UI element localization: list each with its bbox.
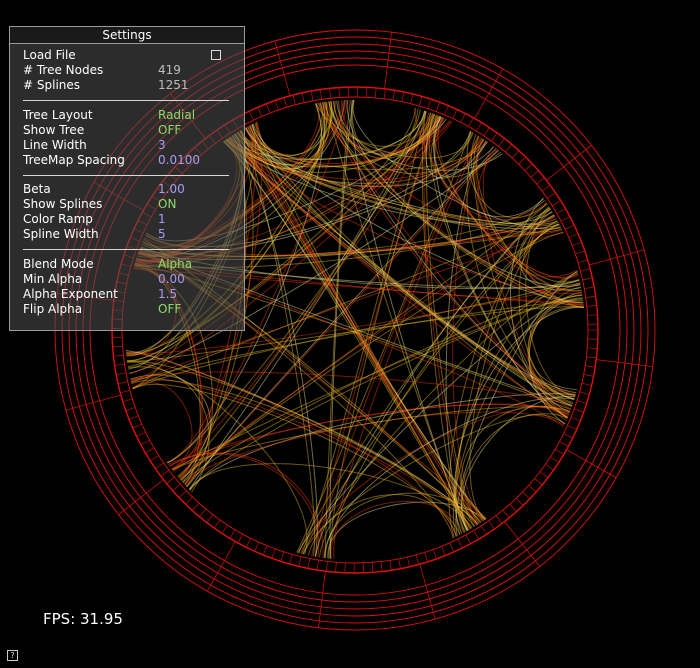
flip-alpha-label: Flip Alpha [23, 302, 83, 316]
color-ramp-label: Color Ramp [23, 212, 93, 226]
spline-width-label: Spline Width [23, 227, 99, 241]
alpha-exponent-value[interactable]: 1.5 [158, 287, 177, 302]
load-file-checkbox[interactable] [211, 50, 221, 60]
min-alpha-label: Min Alpha [23, 272, 83, 286]
color-ramp-value[interactable]: 1 [158, 212, 166, 227]
separator [23, 175, 229, 176]
separator [23, 100, 229, 101]
color-ramp-row[interactable]: Color Ramp 1 [23, 212, 233, 227]
flip-alpha-row[interactable]: Flip Alpha OFF [23, 302, 233, 317]
show-splines-row[interactable]: Show Splines ON [23, 197, 233, 212]
min-alpha-value[interactable]: 0.00 [158, 272, 185, 287]
settings-panel: Settings Load File # Tree Nodes 419 # Sp… [9, 26, 245, 331]
settings-title[interactable]: Settings [10, 27, 244, 44]
treemap-spacing-label: TreeMap Spacing [23, 153, 125, 167]
line-width-row[interactable]: Line Width 3 [23, 138, 233, 153]
line-width-value[interactable]: 3 [158, 138, 166, 153]
beta-label: Beta [23, 182, 51, 196]
fps-counter: FPS: 31.95 [43, 610, 123, 628]
show-tree-label: Show Tree [23, 123, 85, 137]
tree-layout-row[interactable]: Tree Layout Radial [23, 108, 233, 123]
flip-alpha-toggle[interactable]: OFF [158, 302, 181, 317]
load-file-row[interactable]: Load File [23, 48, 233, 63]
blend-mode-row[interactable]: Blend Mode Alpha [23, 257, 233, 272]
spline-width-value[interactable]: 5 [158, 227, 166, 242]
show-splines-label: Show Splines [23, 197, 103, 211]
load-file-label[interactable]: Load File [23, 48, 76, 63]
help-icon[interactable]: ? [7, 650, 18, 661]
min-alpha-row[interactable]: Min Alpha 0.00 [23, 272, 233, 287]
splines-value: 1251 [158, 78, 189, 92]
splines-row: # Splines 1251 [23, 78, 233, 93]
alpha-exponent-label: Alpha Exponent [23, 287, 118, 301]
beta-value[interactable]: 1.00 [158, 182, 185, 197]
line-width-label: Line Width [23, 138, 87, 152]
tree-nodes-value: 419 [158, 63, 181, 77]
tree-layout-value[interactable]: Radial [158, 108, 195, 123]
show-splines-toggle[interactable]: ON [158, 197, 176, 212]
treemap-spacing-value[interactable]: 0.0100 [158, 153, 200, 168]
splines-label: # Splines [23, 78, 81, 92]
tree-nodes-label: # Tree Nodes [23, 63, 104, 77]
tree-nodes-row: # Tree Nodes 419 [23, 63, 233, 78]
blend-mode-value[interactable]: Alpha [158, 257, 192, 272]
spline-width-row[interactable]: Spline Width 5 [23, 227, 233, 242]
alpha-exponent-row[interactable]: Alpha Exponent 1.5 [23, 287, 233, 302]
show-tree-row[interactable]: Show Tree OFF [23, 123, 233, 138]
beta-row[interactable]: Beta 1.00 [23, 182, 233, 197]
treemap-spacing-row[interactable]: TreeMap Spacing 0.0100 [23, 153, 233, 168]
separator [23, 249, 229, 250]
blend-mode-label: Blend Mode [23, 257, 94, 271]
tree-layout-label: Tree Layout [23, 108, 93, 122]
show-tree-toggle[interactable]: OFF [158, 123, 181, 138]
